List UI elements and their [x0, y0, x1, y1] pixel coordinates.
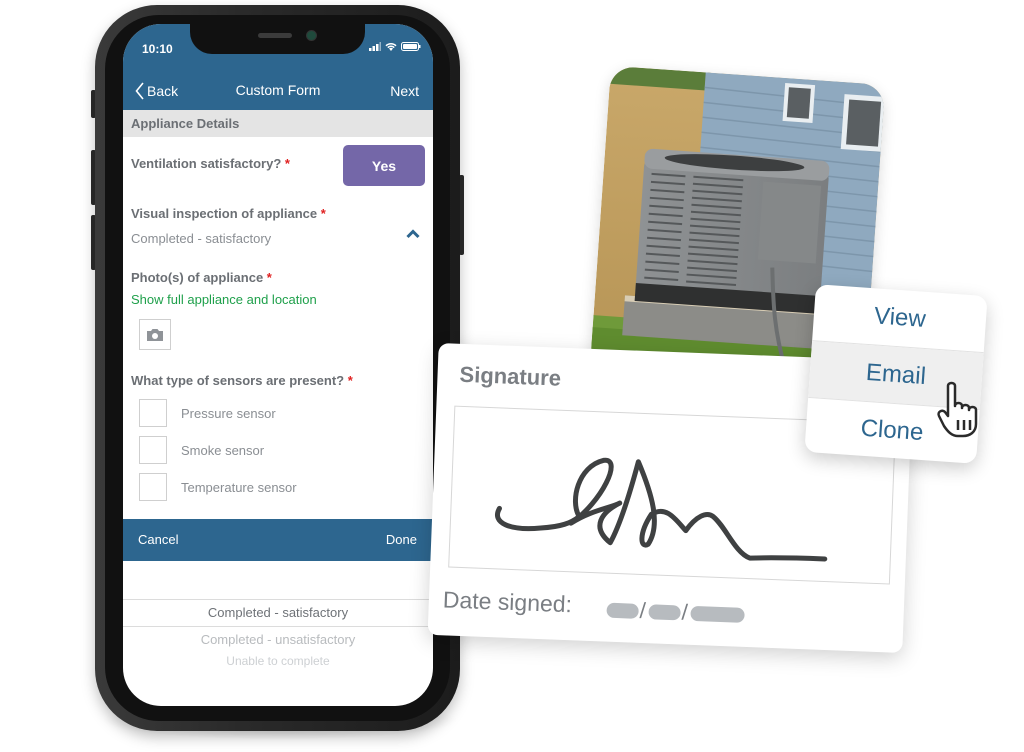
required-mark: * — [266, 270, 272, 285]
picker-selection-line-top — [123, 599, 433, 600]
section-title: Appliance Details — [131, 116, 240, 131]
picker-selection-line-bottom — [123, 626, 433, 627]
phone-camera — [306, 30, 317, 41]
camera-icon — [147, 328, 163, 341]
phone-screen: 10:10 Back Custom Form Next Appliance De… — [123, 24, 433, 706]
add-photo-button[interactable] — [139, 319, 171, 350]
visual-inspection-value[interactable]: Completed - satisfactory — [131, 231, 271, 246]
required-mark: * — [347, 373, 353, 388]
visual-inspection-label: Visual inspection of appliance * — [131, 206, 326, 221]
required-mark: * — [320, 206, 326, 221]
picker-toolbar: Cancel Done — [123, 519, 433, 561]
required-mark: * — [284, 156, 290, 171]
checkbox[interactable] — [139, 473, 167, 501]
date-separator: / — [681, 599, 689, 625]
sensor-option-pressure[interactable]: Pressure sensor — [139, 399, 276, 427]
photos-label: Photo(s) of appliance * — [131, 270, 272, 285]
nav-bar: Back Custom Form Next — [123, 72, 433, 110]
screen-title: Custom Form — [235, 82, 321, 98]
wifi-icon — [385, 42, 397, 51]
section-header: Appliance Details — [123, 110, 433, 137]
checkbox-label: Smoke sensor — [181, 442, 265, 458]
picker-cancel-button[interactable]: Cancel — [138, 532, 178, 547]
sensor-option-temperature[interactable]: Temperature sensor — [139, 473, 297, 501]
sensors-label: What type of sensors are present? * — [131, 373, 353, 388]
picker-option-selected[interactable]: Completed - satisfactory — [123, 605, 433, 620]
date-year-placeholder — [690, 605, 745, 623]
signal-icon — [369, 42, 381, 51]
date-month-placeholder — [606, 602, 639, 619]
chevron-up-icon[interactable] — [406, 229, 420, 239]
checkbox[interactable] — [139, 436, 167, 464]
checkbox-label: Temperature sensor — [181, 479, 297, 495]
date-signed-label: Date signed: — [442, 586, 573, 618]
status-icons — [369, 42, 421, 51]
phone-speaker — [258, 33, 292, 38]
checkbox[interactable] — [139, 399, 167, 427]
picker-done-button[interactable]: Done — [386, 532, 417, 547]
sensor-option-smoke[interactable]: Smoke sensor — [139, 436, 264, 464]
battery-icon — [401, 42, 421, 51]
picker-option[interactable]: Unable to complete — [123, 654, 433, 668]
status-time: 10:10 — [142, 42, 173, 56]
checkbox-label: Pressure sensor — [181, 405, 276, 421]
picker-option[interactable]: Completed - unsatisfactory — [123, 632, 433, 647]
next-button[interactable]: Next — [390, 83, 419, 99]
signature-title: Signature — [459, 361, 562, 391]
phone-notch — [190, 22, 365, 54]
photos-hint: Show full appliance and location — [131, 292, 317, 307]
ventilation-yes-button[interactable]: Yes — [343, 145, 425, 186]
date-day-placeholder — [648, 604, 681, 621]
date-separator: / — [639, 597, 647, 624]
ventilation-label: Ventilation satisfactory? * — [131, 156, 290, 171]
hand-pointer-icon — [937, 381, 978, 438]
